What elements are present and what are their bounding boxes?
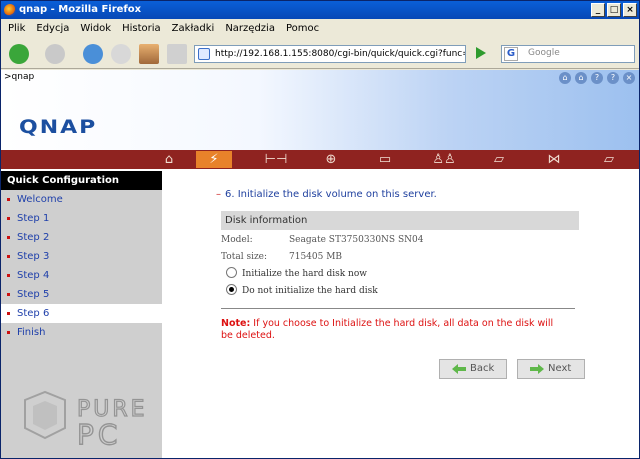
note-label: Note: bbox=[221, 318, 251, 329]
note-text: If you choose to Initialize the hard dis… bbox=[221, 318, 554, 341]
minimize-button[interactable]: _ bbox=[591, 3, 605, 17]
close-window-button[interactable]: × bbox=[623, 3, 637, 17]
arrow-right-icon bbox=[530, 364, 544, 374]
svg-text:PC: PC bbox=[77, 418, 121, 448]
folder-icon[interactable]: ▱ bbox=[481, 151, 517, 168]
sidebar-item-step-2[interactable]: Step 2 bbox=[1, 228, 162, 247]
home-alt-icon[interactable]: ⌂ bbox=[575, 72, 587, 84]
go-button[interactable] bbox=[476, 47, 486, 59]
sidebar-item-step-6[interactable]: Step 6 bbox=[1, 304, 162, 323]
qnap-header: >qnap ⌂ ⌂ ? ? × QNAP bbox=[1, 70, 639, 150]
back-button[interactable]: Back bbox=[439, 359, 507, 379]
network-services-icon[interactable]: ⋈ bbox=[536, 151, 572, 168]
system-tools-icon[interactable]: ⊢⊣ bbox=[258, 151, 294, 168]
sidebar-item-step-1[interactable]: Step 1 bbox=[1, 209, 162, 228]
menu-historia[interactable]: Historia bbox=[122, 20, 161, 38]
logs-icon[interactable]: ▱ bbox=[591, 151, 627, 168]
navigation-toolbar: http://192.168.1.155:8080/cgi-bin/quick/… bbox=[1, 39, 639, 69]
qnap-logo: QNAP bbox=[19, 116, 98, 139]
search-box[interactable]: G Google bbox=[501, 45, 635, 63]
sidebar-item-finish[interactable]: Finish bbox=[1, 323, 162, 342]
google-icon[interactable]: G bbox=[504, 47, 518, 61]
init-option-label[interactable]: Initialize the hard disk now bbox=[242, 269, 367, 279]
address-url: http://192.168.1.155:8080/cgi-bin/quick/… bbox=[215, 49, 465, 59]
home-icon[interactable]: ⌂ bbox=[559, 72, 571, 84]
disk-icon[interactable]: ▭ bbox=[367, 151, 403, 168]
sidebar-item-step-4[interactable]: Step 4 bbox=[1, 266, 162, 285]
back-label: Back bbox=[470, 363, 495, 374]
forward-nav-button[interactable] bbox=[45, 44, 65, 64]
title-bar: qnap - Mozilla Firefox _ □ × bbox=[1, 1, 639, 19]
step-title: –6. Initialize the disk volume on this s… bbox=[216, 189, 437, 200]
firefox-icon bbox=[4, 4, 16, 16]
warning-note: Note: If you choose to Initialize the ha… bbox=[221, 318, 561, 342]
sidebar-title: Quick Configuration bbox=[1, 171, 162, 190]
menu-bar: Plik Edycja Widok Historia Zakładki Narz… bbox=[1, 20, 639, 38]
quick-config-icon[interactable]: ⚡ bbox=[196, 151, 232, 168]
reload-button[interactable] bbox=[83, 44, 103, 64]
menu-plik[interactable]: Plik bbox=[8, 20, 25, 38]
maximize-button[interactable]: □ bbox=[607, 3, 621, 17]
purepc-watermark: PURE PC bbox=[24, 390, 145, 448]
model-value: Seagate ST3750330NS SN04 bbox=[289, 235, 424, 245]
home-button[interactable] bbox=[139, 44, 159, 64]
menu-edycja[interactable]: Edycja bbox=[36, 20, 69, 38]
next-label: Next bbox=[548, 363, 572, 374]
sidebar-item-step-5[interactable]: Step 5 bbox=[1, 285, 162, 304]
address-bar[interactable]: http://192.168.1.155:8080/cgi-bin/quick/… bbox=[194, 45, 466, 63]
size-value: 715405 MB bbox=[289, 252, 343, 262]
no-init-radio[interactable] bbox=[226, 284, 237, 295]
menu-widok[interactable]: Widok bbox=[80, 20, 111, 38]
window-title: qnap - Mozilla Firefox bbox=[19, 4, 142, 15]
home-icon[interactable]: ⌂ bbox=[151, 151, 187, 168]
disk-info-header: Disk information bbox=[221, 211, 579, 230]
stop-button[interactable] bbox=[111, 44, 131, 64]
size-label: Total size: bbox=[221, 252, 268, 262]
page-icon bbox=[198, 48, 210, 60]
menu-narzedzia[interactable]: Narzędzia bbox=[225, 20, 275, 38]
size-row: Total size: 715405 MB bbox=[221, 252, 342, 262]
sidebar-item-welcome[interactable]: Welcome bbox=[1, 190, 162, 209]
next-button[interactable]: Next bbox=[517, 359, 585, 379]
menu-pomoc[interactable]: Pomoc bbox=[286, 20, 319, 38]
help-icon[interactable]: ? bbox=[591, 72, 603, 84]
about-icon[interactable]: ? bbox=[607, 72, 619, 84]
close-icon[interactable]: × bbox=[623, 72, 635, 84]
step-title-text: 6. Initialize the disk volume on this se… bbox=[225, 189, 437, 200]
network-icon[interactable]: ⊕ bbox=[313, 151, 349, 168]
menu-zakladki[interactable]: Zakładki bbox=[172, 20, 215, 38]
model-label: Model: bbox=[221, 235, 253, 245]
search-placeholder: Google bbox=[528, 48, 560, 58]
breadcrumb: >qnap bbox=[4, 72, 35, 82]
no-init-option-label[interactable]: Do not initialize the hard disk bbox=[242, 286, 378, 296]
browser-window: qnap - Mozilla Firefox _ □ × Plik Edycja… bbox=[0, 0, 640, 459]
main-panel: –6. Initialize the disk volume on this s… bbox=[166, 171, 636, 458]
main-nav-bar: ⌂ ⚡ ⊢⊣ ⊕ ▭ ♙♙ ▱ ⋈ ▱ bbox=[1, 150, 639, 169]
init-radio[interactable] bbox=[226, 267, 237, 278]
sidebar-item-step-3[interactable]: Step 3 bbox=[1, 247, 162, 266]
back-nav-button[interactable] bbox=[9, 44, 29, 64]
model-row: Model: Seagate ST3750330NS SN04 bbox=[221, 235, 423, 245]
resize-icon[interactable] bbox=[167, 44, 187, 64]
users-icon[interactable]: ♙♙ bbox=[426, 151, 462, 168]
arrow-left-icon bbox=[452, 364, 466, 374]
divider bbox=[221, 308, 575, 309]
